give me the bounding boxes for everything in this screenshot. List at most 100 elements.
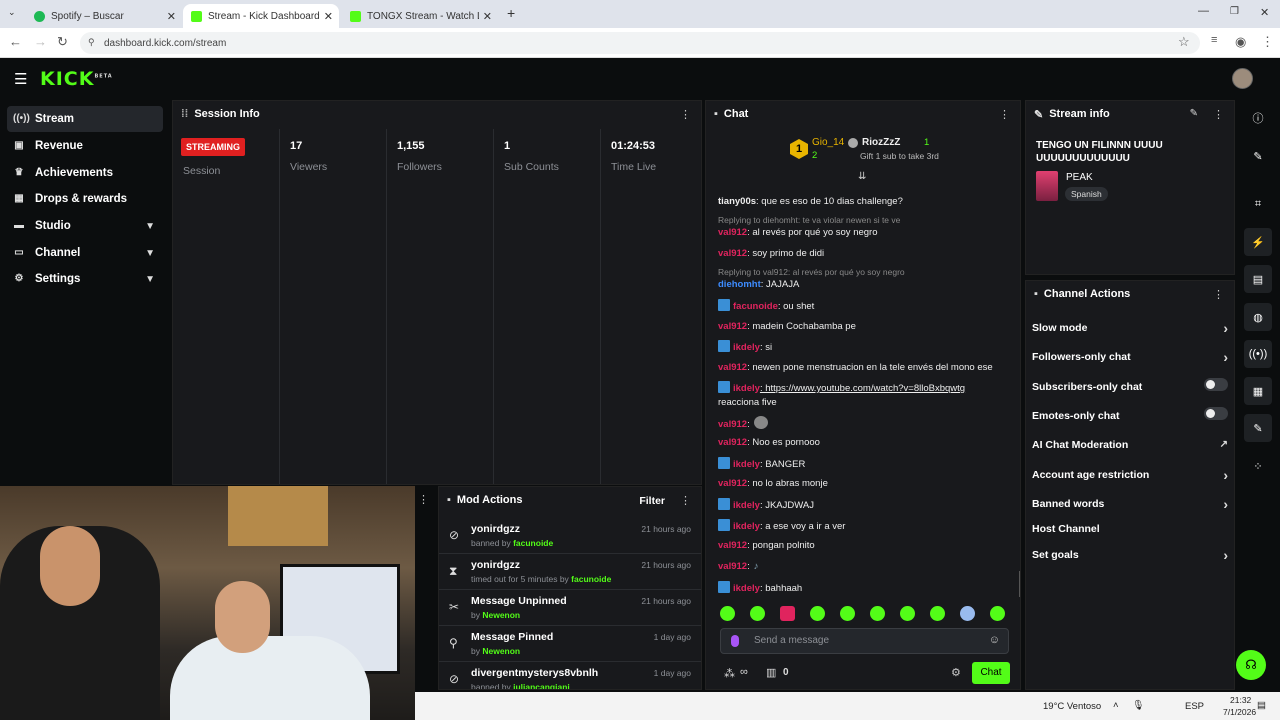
category-thumbnail[interactable] — [1036, 171, 1058, 201]
reload-icon[interactable]: ↻ — [57, 34, 68, 50]
chat-username[interactable]: val912 — [718, 227, 747, 238]
forward-icon[interactable]: → — [34, 34, 47, 49]
emote-icon[interactable] — [960, 606, 975, 621]
emote-icon[interactable] — [750, 606, 765, 621]
sidebar-item-studio[interactable]: ▬ Studio ▼ — [7, 213, 163, 239]
chat-username[interactable]: facunoide — [733, 301, 778, 312]
mod-action-item[interactable]: ⚲ Message Pinned by Newenon 1 day ago — [439, 626, 701, 662]
chat-send-button[interactable]: Chat — [972, 662, 1010, 684]
emotes-only-toggle[interactable] — [1204, 407, 1228, 420]
emote-icon[interactable] — [870, 606, 885, 621]
banned-words-item[interactable]: Banned words › — [1032, 496, 1228, 512]
mod-action-item[interactable]: ⊘ divergentmysterys8vbnlh banned by julian… — [439, 662, 701, 689]
host-channel-item[interactable]: Host Channel — [1032, 523, 1228, 535]
kick-logo[interactable]: KICKBETA — [40, 68, 113, 90]
sidebar-item-channel[interactable]: ▭ Channel ▼ — [7, 240, 163, 266]
profile-icon[interactable]: ◉ — [1235, 34, 1246, 50]
notification-icon[interactable]: ▤ — [1257, 700, 1266, 711]
chat-username[interactable]: val912 — [718, 419, 747, 430]
moderator-name[interactable]: juliancangiani — [513, 682, 570, 689]
chat-username[interactable]: ikdely — [733, 500, 760, 511]
tab-spotify[interactable]: Spotify – Buscar ✕ — [26, 4, 182, 28]
mod-action-item[interactable]: ✂ Message Unpinned by Newenon 21 hours ago — [439, 590, 701, 626]
notes-icon[interactable]: ▤ — [1244, 265, 1272, 293]
kebab-menu-icon[interactable]: ⋮ — [1213, 108, 1224, 121]
moderator-name[interactable]: facunoide — [571, 574, 611, 584]
emoji-icon[interactable]: ☺ — [989, 634, 1000, 646]
sidebar-item-revenue[interactable]: ▣ Revenue — [7, 133, 163, 159]
edit-icon[interactable]: ✎ — [1244, 142, 1272, 170]
chat-username[interactable]: val912 — [718, 561, 747, 572]
sidebar-item-achievements[interactable]: ♛ Achievements — [7, 160, 163, 186]
close-window-icon[interactable]: ✕ — [1260, 6, 1269, 19]
site-info-icon[interactable]: ⚲ — [88, 37, 95, 48]
weather-widget[interactable]: 19°C Ventoso — [1043, 701, 1101, 712]
leader-name[interactable]: RiozZzZ — [862, 137, 900, 148]
chat-link[interactable]: : https://www.youtube.com/watch?v=8lloBx… — [760, 383, 965, 394]
pin-arrow-icon[interactable]: ⇊ — [858, 171, 866, 182]
close-tab-icon[interactable]: ✕ — [167, 10, 176, 23]
chat-username[interactable]: ikdely — [733, 342, 760, 353]
emote-icon[interactable] — [810, 606, 825, 621]
wrench-icon[interactable]: ✎ — [1244, 414, 1272, 442]
emote-icon[interactable] — [900, 606, 915, 621]
slow-mode-item[interactable]: Slow mode › — [1032, 320, 1228, 336]
sidebar-item-drops[interactable]: ▦ Drops & rewards — [7, 186, 163, 212]
filter-button[interactable]: Filter — [639, 495, 665, 507]
user-avatar[interactable] — [1232, 68, 1253, 89]
broadcast-icon[interactable]: ((•)) — [1244, 340, 1272, 368]
chat-username[interactable]: ikdely — [733, 459, 760, 470]
subscribers-only-toggle[interactable] — [1204, 378, 1228, 391]
support-button[interactable]: ☊ — [1236, 650, 1266, 680]
close-tab-icon[interactable]: ✕ — [483, 10, 492, 23]
close-tab-icon[interactable]: ✕ — [324, 10, 333, 23]
pool-icon[interactable]: ▥ — [766, 666, 776, 679]
chat-username[interactable]: val912 — [718, 478, 747, 489]
focus-icon[interactable]: ⌗ — [1244, 190, 1272, 218]
ai-moderation-item[interactable]: AI Chat Moderation ↗ — [1032, 439, 1228, 451]
kebab-menu-icon[interactable]: ⋮ — [999, 108, 1010, 121]
back-icon[interactable]: ← — [9, 34, 22, 49]
browser-menu-icon[interactable]: ⋮ — [1261, 34, 1274, 50]
category-name[interactable]: PEAK — [1066, 172, 1093, 183]
info-icon[interactable]: ⓘ — [1244, 104, 1272, 132]
tab-kick-dashboard[interactable]: Stream - Kick Dashboard ✕ — [183, 4, 339, 28]
moderator-name[interactable]: Newenon — [482, 646, 520, 656]
kebab-menu-icon[interactable]: ⋮ — [680, 108, 691, 121]
chat-username[interactable]: val912 — [718, 540, 747, 551]
minimize-icon[interactable]: — — [1198, 5, 1209, 17]
moderator-name[interactable]: Newenon — [482, 610, 520, 620]
bookmark-star-icon[interactable]: ☆ — [1178, 34, 1190, 50]
mod-action-item[interactable]: ⧗ yonirdgzz timed out for 5 minutes by fac… — [439, 554, 701, 590]
chat-username[interactable]: val912 — [718, 248, 747, 259]
chat-username[interactable]: ikdely — [733, 521, 760, 532]
edit-pencil-icon[interactable]: ✎ — [1190, 108, 1198, 119]
layout-icon[interactable]: ▦ — [1244, 377, 1272, 405]
chat-username[interactable]: val912 — [718, 321, 747, 332]
emote-icon[interactable] — [840, 606, 855, 621]
chat-username[interactable]: val912 — [718, 437, 747, 448]
chat-username[interactable]: tiany00s — [718, 196, 756, 207]
nodes-icon[interactable]: ⁘ — [1244, 452, 1272, 480]
chat-scrollbar[interactable] — [1019, 571, 1020, 597]
microphone-icon[interactable] — [731, 635, 739, 647]
points-icon[interactable]: ⁂ — [724, 667, 735, 680]
tab-search-icon[interactable]: ≡ — [1211, 34, 1217, 46]
emote-icon[interactable] — [930, 606, 945, 621]
url-field[interactable]: ⚲ dashboard.kick.com/stream — [80, 32, 1200, 54]
drag-handle-icon[interactable]: ⁞⁞ — [181, 108, 188, 120]
kebab-menu-icon[interactable]: ⋮ — [418, 493, 429, 506]
restore-icon[interactable]: ❐ — [1230, 6, 1239, 17]
account-age-item[interactable]: Account age restriction › — [1032, 467, 1228, 483]
chat-bubble-icon[interactable]: ◍ — [1244, 303, 1272, 331]
chat-username[interactable]: val912 — [718, 362, 747, 373]
chat-settings-icon[interactable]: ⚙ — [951, 666, 961, 679]
tab-tongx-stream[interactable]: TONGX Stream - Watch Live on ✕ — [342, 4, 498, 28]
chat-username[interactable]: ikdely — [733, 383, 760, 394]
clock-time[interactable]: 21:32 — [1230, 695, 1251, 705]
hamburger-menu-icon[interactable]: ☰ — [14, 70, 27, 88]
kebab-menu-icon[interactable]: ⋮ — [1213, 288, 1224, 301]
lightning-icon[interactable]: ⚡ — [1244, 228, 1272, 256]
followers-only-item[interactable]: Followers-only chat › — [1032, 349, 1228, 365]
sidebar-item-settings[interactable]: ⚙ Settings ▼ — [7, 266, 163, 292]
